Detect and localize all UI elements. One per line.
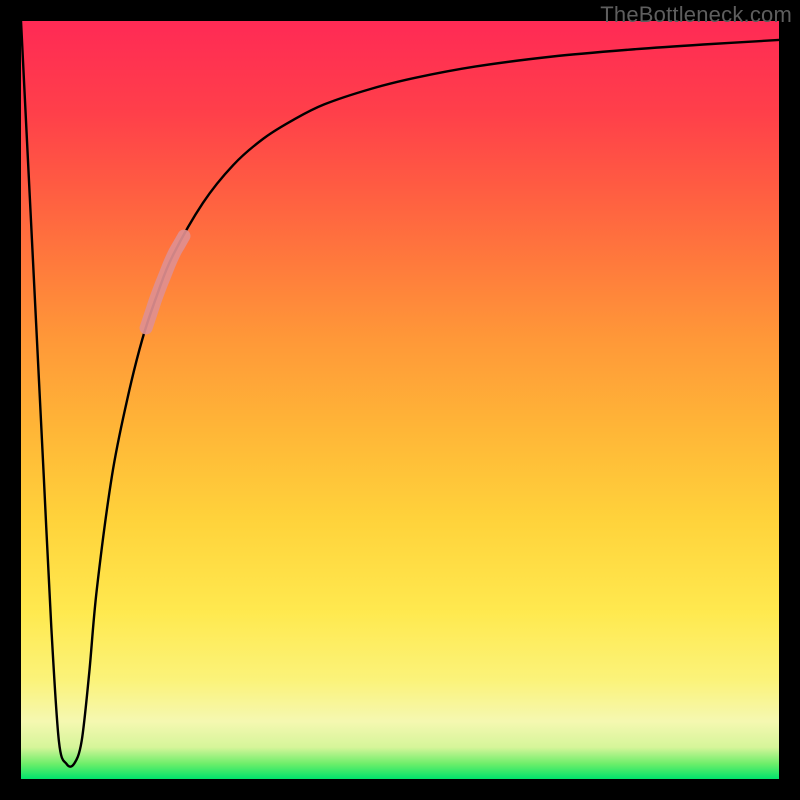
plot-area [21,21,779,779]
bottleneck-curve [21,21,779,767]
chart-frame: TheBottleneck.com [0,0,800,800]
watermark-text: TheBottleneck.com [600,2,792,28]
curve-layer [21,21,779,779]
highlight-segment [146,236,184,328]
